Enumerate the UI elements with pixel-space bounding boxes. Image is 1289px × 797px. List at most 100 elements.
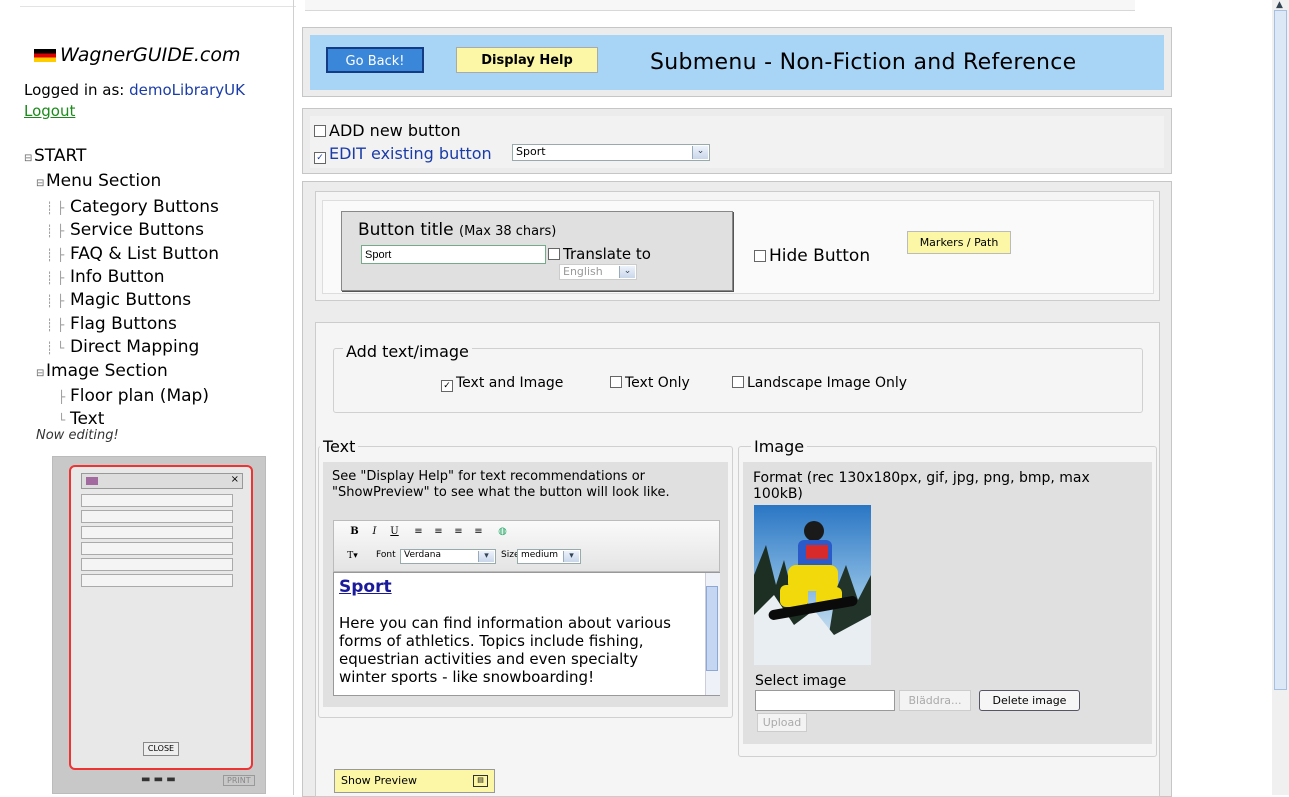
bold-icon[interactable]: B [346, 523, 363, 540]
top-strip [305, 0, 1135, 11]
underline-icon[interactable]: U [386, 523, 403, 540]
existing-button-select[interactable]: Sport ⌄ [512, 144, 710, 161]
add-checkbox[interactable] [314, 125, 326, 137]
preview-row [81, 558, 233, 571]
image-legend: Image [751, 437, 808, 456]
tree-item-magic-buttons[interactable]: ┊ ├ Magic Buttons [24, 289, 219, 312]
tree-item-start[interactable]: ⊟START [24, 145, 219, 170]
navigation-tree: ⊟START ⊟Menu Section ┊ ├ Category Buttons… [24, 145, 219, 432]
translate-checkbox[interactable] [548, 248, 560, 260]
translate-option[interactable]: Translate to [548, 245, 651, 263]
tree-item-category-buttons[interactable]: ┊ ├ Category Buttons [24, 196, 219, 219]
option-text-and-image[interactable]: ✓ Text and Image [441, 375, 563, 392]
preview-row [81, 542, 233, 555]
tree-item-floor-plan[interactable]: ├ Floor plan (Map) [24, 385, 219, 408]
collapse-icon[interactable]: ⊟ [36, 173, 46, 195]
tree-item-flag-buttons[interactable]: ┊ ├ Flag Buttons [24, 313, 219, 336]
logged-in-info: Logged in as: demoLibraryUK [24, 81, 245, 99]
editor-title: Sport [339, 577, 392, 597]
tree-item-service-buttons[interactable]: ┊ ├ Service Buttons [24, 219, 219, 242]
edit-checkbox[interactable]: ✓ [314, 152, 326, 164]
image-file-input[interactable] [755, 690, 895, 711]
tree-branch-icon: ┊ └ [46, 341, 65, 356]
logged-in-label: Logged in as: [24, 81, 125, 99]
preview-print-button: PRINT [223, 775, 255, 786]
flag-icon [86, 477, 98, 485]
tree-branch-icon: ┊ ├ [46, 224, 65, 239]
go-back-button[interactable]: Go Back! [326, 47, 424, 73]
chevron-down-icon: ▾ [563, 551, 579, 562]
page-title: Submenu - Non-Fiction and Reference [650, 50, 1077, 75]
text-color-icon[interactable]: T▾ [344, 548, 361, 565]
landscape-image-checkbox[interactable] [732, 376, 744, 388]
tree-branch-icon: ┊ ├ [46, 317, 65, 332]
preview-title-bar: × [81, 473, 243, 489]
text-only-checkbox[interactable] [610, 376, 622, 388]
language-select[interactable]: English ⌄ [559, 264, 637, 280]
tree-item-faq-list-button[interactable]: ┊ ├ FAQ & List Button [24, 243, 219, 266]
username: demoLibraryUK [129, 81, 245, 99]
button-preview-thumbnail: × CLOSE ▬ ▬ ▬ PRINT [52, 456, 266, 794]
option-landscape-image-only[interactable]: Landscape Image Only [732, 375, 907, 391]
logout-link[interactable]: Logout [24, 102, 75, 120]
logo[interactable]: WagnerGUIDE.com [34, 44, 240, 66]
text-legend: Text [320, 437, 359, 456]
align-center-icon[interactable]: ≡ [430, 523, 447, 540]
browse-button[interactable]: Bläddra... [899, 690, 971, 711]
font-select[interactable]: Verdana ▾ [400, 549, 496, 564]
tree-item-info-button[interactable]: ┊ ├ Info Button [24, 266, 219, 289]
hide-button-option[interactable]: Hide Button [754, 246, 870, 266]
font-label: Font [376, 550, 396, 560]
collapse-icon[interactable]: ⊟ [24, 148, 34, 170]
window-scrollbar-thumb[interactable] [1274, 10, 1287, 690]
tree-branch-icon: ├ [58, 390, 66, 405]
text-help: See "Display Help" for text recommendati… [332, 469, 670, 500]
sidebar-divider [293, 0, 294, 795]
tree-branch-icon: ┊ ├ [46, 200, 65, 215]
preview-popup-frame: × CLOSE [69, 465, 253, 770]
language-flags-icon: ▬ ▬ ▬ [141, 774, 176, 785]
chevron-down-icon: ⌄ [619, 266, 635, 278]
button-title-hint: (Max 38 chars) [459, 224, 557, 239]
display-help-button[interactable]: Display Help [456, 47, 598, 73]
align-right-icon[interactable]: ≡ [450, 523, 467, 540]
hide-checkbox[interactable] [754, 250, 766, 262]
edit-existing-button-option[interactable]: ✓ EDIT existing button [314, 144, 492, 164]
option-text-only[interactable]: Text Only [610, 375, 690, 391]
delete-image-button[interactable]: Delete image [979, 690, 1080, 711]
tree-branch-icon: ┊ ├ [46, 271, 65, 286]
close-icon: × [230, 474, 239, 485]
text-and-image-checkbox[interactable]: ✓ [441, 380, 453, 392]
chevron-down-icon: ⌄ [692, 146, 708, 159]
scroll-up-icon[interactable]: ▲ [1276, 0, 1283, 10]
add-text-image-legend: Add text/image [343, 342, 472, 361]
justify-icon[interactable]: ≡ [470, 523, 487, 540]
tree-item-image-section[interactable]: ⊟Image Section [24, 360, 219, 385]
editor-scrollbar-thumb[interactable] [706, 586, 718, 671]
align-left-icon[interactable]: ≡ [410, 523, 427, 540]
preview-row [81, 526, 233, 539]
editor-toolbar: B I U ≡ ≡ ≡ ≡ ◍ T▾ Font Verdana ▾ Size me… [333, 520, 720, 572]
italic-icon[interactable]: I [366, 523, 383, 540]
logo-text: WagnerGUIDE.com [60, 44, 241, 66]
chevron-down-icon: ▾ [478, 551, 494, 562]
show-preview-button[interactable]: Show Preview ▤ [334, 769, 495, 793]
upload-button[interactable]: Upload [757, 713, 807, 732]
flag-icon [34, 49, 56, 62]
preview-row [81, 494, 233, 507]
button-title-input[interactable] [361, 245, 546, 264]
tree-branch-icon: ┊ ├ [46, 294, 65, 309]
size-select[interactable]: medium ▾ [517, 549, 581, 564]
preview-row [81, 510, 233, 523]
tree-branch-icon: ┊ ├ [46, 247, 65, 262]
tree-item-menu-section[interactable]: ⊟Menu Section [24, 170, 219, 195]
markers-path-button[interactable]: Markers / Path [907, 231, 1011, 254]
link-globe-icon[interactable]: ◍ [494, 523, 511, 540]
select-image-label: Select image [755, 673, 847, 689]
now-editing-label: Now editing! [36, 428, 119, 443]
add-new-button-option[interactable]: ADD new button [314, 121, 461, 140]
tree-item-direct-mapping[interactable]: ┊ └ Direct Mapping [24, 336, 219, 359]
preview-row [81, 574, 233, 587]
editor-body: Here you can find information about vari… [339, 614, 671, 686]
collapse-icon[interactable]: ⊟ [36, 363, 46, 385]
